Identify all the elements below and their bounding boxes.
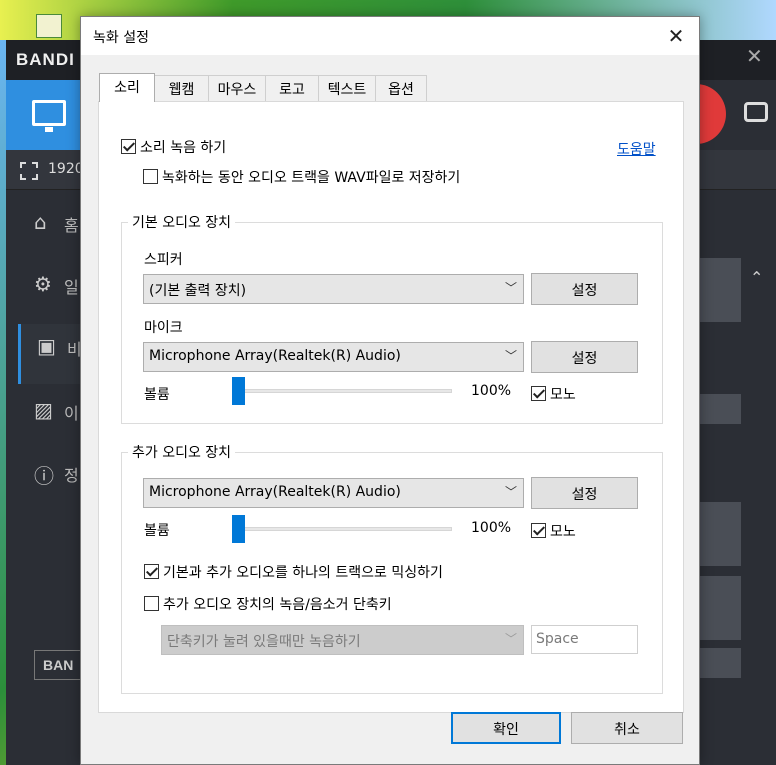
save-wav-label[interactable]: 녹화하는 동안 오디오 트랙을 WAV파일로 저장하기 xyxy=(162,167,460,187)
bandicam-close-icon[interactable]: ✕ xyxy=(746,44,763,68)
primary-audio-group-title: 기본 오디오 장치 xyxy=(128,212,236,232)
info-icon: ⓘ xyxy=(34,464,54,488)
hotkey-label[interactable]: 추가 오디오 장치의 녹음/음소거 단축키 xyxy=(163,594,392,614)
secondary-device-select[interactable]: Microphone Array(Realtek(R) Audio) ﹀ xyxy=(143,478,524,508)
hotkey-checkbox[interactable] xyxy=(144,596,159,611)
mix-tracks-checkbox[interactable] xyxy=(144,564,159,579)
resolution-text: 1920 xyxy=(48,161,84,177)
camera-icon[interactable] xyxy=(744,102,768,122)
sidebar-item-video[interactable]: ▣ 비 xyxy=(18,324,82,384)
tab-sound[interactable]: 소리 xyxy=(99,73,155,102)
mic-settings-button[interactable]: 설정 xyxy=(531,341,638,373)
secondary-settings-button[interactable]: 설정 xyxy=(531,477,638,509)
primary-mono-checkbox[interactable] xyxy=(531,386,546,401)
tab-logo[interactable]: 로고 xyxy=(265,75,319,101)
speaker-select-value: (기본 출력 장치) xyxy=(149,283,247,299)
mix-tracks-label[interactable]: 기본과 추가 오디오를 하나의 트랙으로 믹싱하기 xyxy=(163,562,443,582)
sidebar-item-label: 이 xyxy=(64,404,79,423)
hotkey-key-input[interactable]: Space xyxy=(531,625,638,654)
speaker-select[interactable]: (기본 출력 장치) ﹀ xyxy=(143,274,524,304)
sidebar-item-general[interactable]: ⚙ 일 xyxy=(18,262,82,322)
video-settings-icon: ▣ xyxy=(37,334,56,358)
secondary-mono-label[interactable]: 모노 xyxy=(550,521,576,541)
help-link[interactable]: 도움말 xyxy=(617,139,656,159)
secondary-device-value: Microphone Array(Realtek(R) Audio) xyxy=(149,484,401,500)
recording-settings-dialog: 녹화 설정 ✕ 소리 웹캠 마우스 로고 텍스트 옵션 소리 녹음 하기 도움말… xyxy=(80,16,700,765)
cancel-button[interactable]: 취소 xyxy=(571,712,683,744)
secondary-volume-slider-thumb[interactable] xyxy=(232,515,245,543)
volume-label: 볼륨 xyxy=(144,387,170,403)
mic-select[interactable]: Microphone Array(Realtek(R) Audio) ﹀ xyxy=(143,342,524,372)
secondary-volume-label: 볼륨 xyxy=(144,523,170,539)
secondary-mono-checkbox[interactable] xyxy=(531,523,546,538)
tab-options[interactable]: 옵션 xyxy=(375,75,427,101)
dialog-titlebar: 녹화 설정 ✕ xyxy=(81,17,699,55)
sidebar-item-label: 정 xyxy=(64,466,79,485)
background-panel xyxy=(696,502,741,566)
tab-webcam[interactable]: 웹캠 xyxy=(154,75,209,101)
background-panel xyxy=(696,576,741,640)
sidebar-item-image[interactable]: ▨ 이 xyxy=(18,388,82,448)
close-icon[interactable]: ✕ xyxy=(661,21,691,51)
hotkey-mode-value: 단축키가 눌려 있을때만 녹음하기 xyxy=(167,634,361,650)
secondary-volume-percent: 100% xyxy=(471,520,512,536)
bandicam-logo: BANDI xyxy=(16,50,75,69)
save-wav-checkbox[interactable] xyxy=(143,169,158,184)
background-panel xyxy=(696,394,741,424)
desktop-icon[interactable] xyxy=(36,14,62,38)
sound-tab-page: 소리 녹음 하기 도움말 녹화하는 동안 오디오 트랙을 WAV파일로 저장하기… xyxy=(98,101,684,713)
background-panel xyxy=(696,258,741,322)
tab-text[interactable]: 텍스트 xyxy=(318,75,376,101)
record-sound-label[interactable]: 소리 녹음 하기 xyxy=(140,137,226,157)
tab-mouse[interactable]: 마우스 xyxy=(208,75,266,101)
chevron-down-icon: ﹀ xyxy=(504,349,517,363)
sidebar-item-label: 일 xyxy=(64,278,79,297)
sidebar-item-label: 홈 xyxy=(64,216,79,235)
home-icon: ⌂ xyxy=(34,210,47,234)
chevron-down-icon: ﹀ xyxy=(504,485,517,499)
chevron-down-icon: ﹀ xyxy=(504,281,517,295)
mic-label: 마이크 xyxy=(144,320,183,336)
primary-mono-label[interactable]: 모노 xyxy=(550,384,576,404)
sidebar-item-info[interactable]: ⓘ 정 xyxy=(18,450,82,510)
speaker-settings-button[interactable]: 설정 xyxy=(531,273,638,305)
secondary-volume-slider[interactable] xyxy=(232,527,452,531)
gear-icon: ⚙ xyxy=(34,272,52,296)
mic-select-value: Microphone Array(Realtek(R) Audio) xyxy=(149,348,401,364)
secondary-audio-group: 추가 오디오 장치 Microphone Array(Realtek(R) Au… xyxy=(121,442,663,694)
record-sound-checkbox[interactable] xyxy=(121,139,136,154)
dialog-title: 녹화 설정 xyxy=(93,30,149,46)
sidebar-item-home[interactable]: ⌂ 홈 xyxy=(18,200,82,260)
secondary-audio-group-title: 추가 오디오 장치 xyxy=(128,442,236,462)
chevron-down-icon: ﹀ xyxy=(504,632,517,646)
ok-button[interactable]: 확인 xyxy=(451,712,561,744)
background-panel xyxy=(696,648,741,678)
chevron-up-icon[interactable]: ⌃ xyxy=(750,268,763,287)
bandicam-sidebar: ⌂ 홈 ⚙ 일 ▣ 비 ▨ 이 ⓘ 정 xyxy=(18,200,82,720)
speaker-label: 스피커 xyxy=(144,252,183,268)
image-settings-icon: ▨ xyxy=(34,398,53,422)
screen-mode-button[interactable] xyxy=(6,80,82,150)
primary-volume-slider[interactable] xyxy=(232,389,452,393)
hotkey-mode-select[interactable]: 단축키가 눌려 있을때만 녹음하기 ﹀ xyxy=(161,625,524,655)
monitor-icon xyxy=(32,100,66,132)
primary-volume-slider-thumb[interactable] xyxy=(232,377,245,405)
primary-audio-group: 기본 오디오 장치 스피커 (기본 출력 장치) ﹀ 설정 마이크 Microp… xyxy=(121,212,663,424)
selection-icon xyxy=(20,162,38,180)
primary-volume-percent: 100% xyxy=(471,383,512,399)
